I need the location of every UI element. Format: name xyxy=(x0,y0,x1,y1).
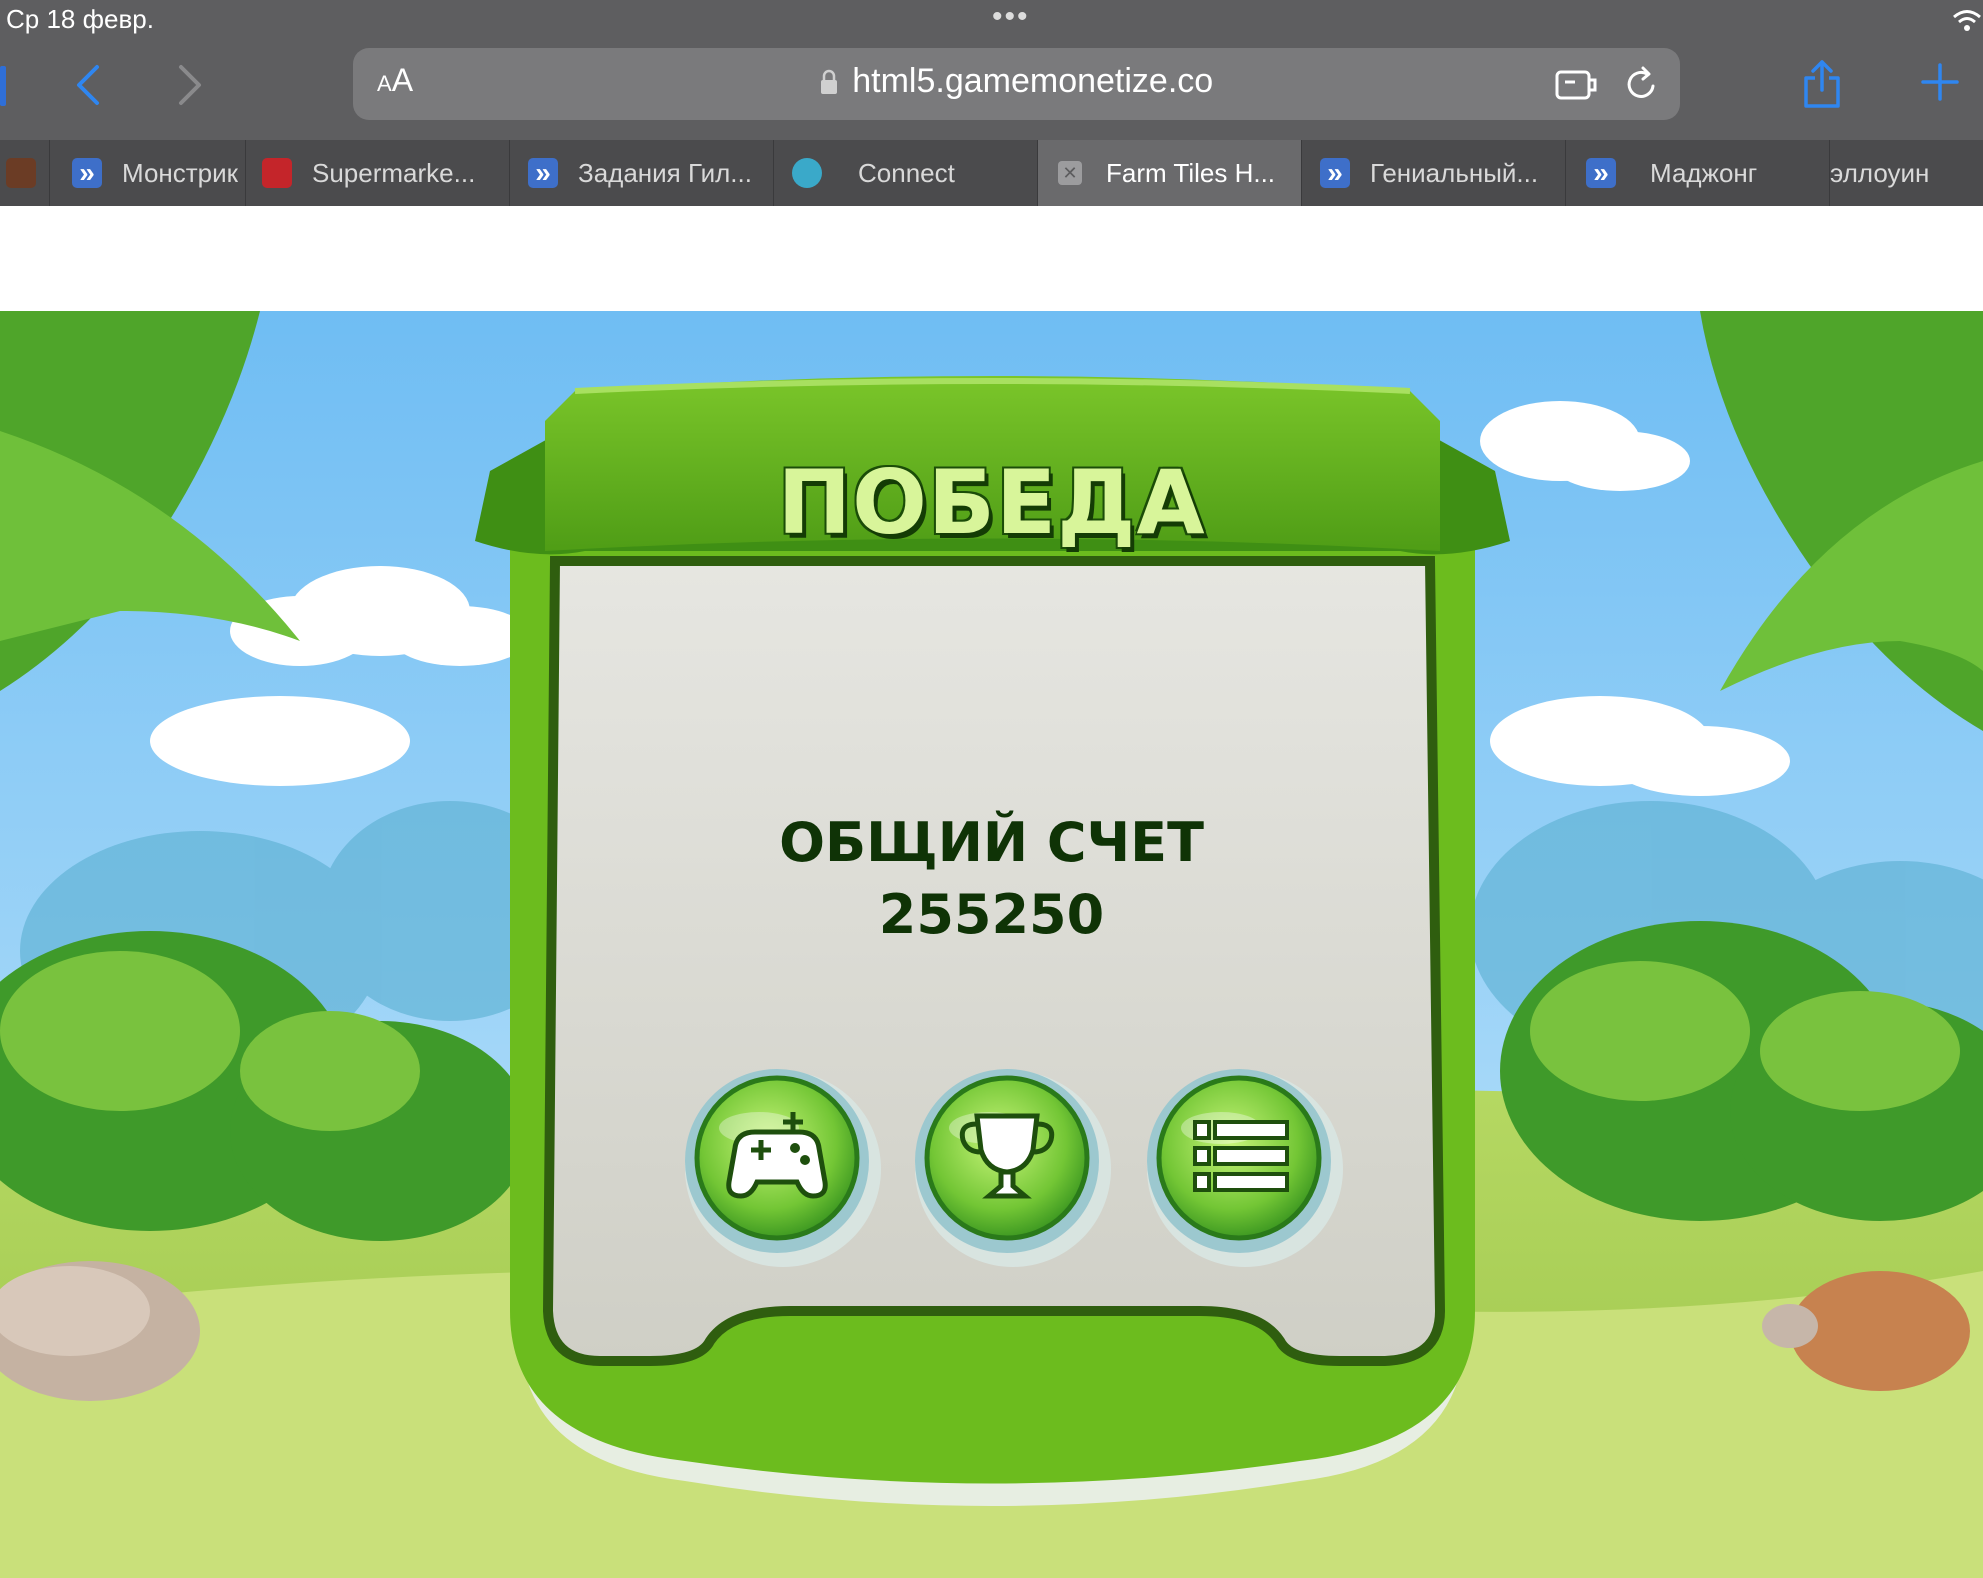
tab-bar: Монстрик Supermarke... Задания Гил... Co… xyxy=(0,140,1983,206)
browser-toolbar: Ср 18 февр. ••• AA html5.gamemonetize.co xyxy=(0,0,1983,140)
peas-can-icon xyxy=(262,158,292,188)
tab-label: Supermarke... xyxy=(312,157,476,188)
victory-title: ПОБЕДА xyxy=(777,451,1206,554)
tab-label: Farm Tiles H... xyxy=(1106,157,1276,188)
trophy-icon xyxy=(924,1075,1090,1241)
blue-arrows-icon xyxy=(1586,158,1616,188)
extension-icon[interactable] xyxy=(1555,68,1599,102)
gamepad-icon xyxy=(694,1075,860,1241)
tab-label: Монстрик xyxy=(122,157,239,188)
tab-game-favicon[interactable] xyxy=(0,140,50,206)
share-icon[interactable] xyxy=(1802,60,1842,108)
lock-icon xyxy=(820,69,837,94)
url-text: html5.gamemonetize.co xyxy=(852,62,1214,100)
forward-button[interactable] xyxy=(160,58,220,112)
wifi-icon xyxy=(1953,10,1981,31)
blue-arrows-icon xyxy=(1320,158,1350,188)
leaderboard-button[interactable] xyxy=(915,1066,1111,1262)
close-icon[interactable] xyxy=(1058,161,1082,185)
tab-label: Connect xyxy=(858,157,955,188)
status-date: Ср 18 февр. xyxy=(6,4,154,34)
tab-supermarket[interactable]: Supermarke... xyxy=(246,140,510,206)
tab-connect[interactable]: Connect xyxy=(774,140,1038,206)
sidebar-button[interactable] xyxy=(0,66,6,106)
reload-icon[interactable] xyxy=(1623,64,1659,104)
tab-halloween[interactable]: эллоуин xyxy=(1830,140,1983,206)
tab-genius[interactable]: Гениальный... xyxy=(1302,140,1566,206)
address-bar[interactable]: AA html5.gamemonetize.co xyxy=(353,48,1680,120)
game-favicon-icon xyxy=(6,158,36,188)
tab-label: эллоуин xyxy=(1830,157,1930,188)
tab-monstrik[interactable]: Монстрик xyxy=(50,140,246,206)
back-button[interactable] xyxy=(58,58,118,112)
tab-label: Гениальный... xyxy=(1370,157,1539,188)
chevron-right-icon xyxy=(179,65,201,105)
multitasking-dots[interactable]: ••• xyxy=(992,2,1030,32)
tab-mahjong[interactable]: Маджонг xyxy=(1566,140,1830,206)
tab-label: Задания Гил... xyxy=(578,157,752,188)
tab-guild-tasks[interactable]: Задания Гил... xyxy=(510,140,774,206)
game-canvas[interactable]: ПОБЕДА ОБЩИЙ СЧЕТ 255250 xyxy=(0,311,1983,1578)
blue-arrows-icon xyxy=(528,158,558,188)
tab-farm-tiles[interactable]: Farm Tiles H... xyxy=(1038,140,1302,206)
plus-icon[interactable] xyxy=(1920,62,1960,102)
chevron-left-icon xyxy=(77,65,99,105)
total-score-label: ОБЩИЙ СЧЕТ xyxy=(779,811,1204,874)
play-again-button[interactable] xyxy=(685,1066,881,1262)
levels-list-button[interactable] xyxy=(1147,1066,1343,1262)
blue-arrows-icon xyxy=(72,158,102,188)
snow-globe-icon xyxy=(792,158,822,188)
total-score-value: 255250 xyxy=(878,883,1105,946)
list-icon xyxy=(1156,1075,1322,1241)
tab-label: Маджонг xyxy=(1650,157,1758,188)
url-field[interactable]: html5.gamemonetize.co xyxy=(353,62,1680,101)
